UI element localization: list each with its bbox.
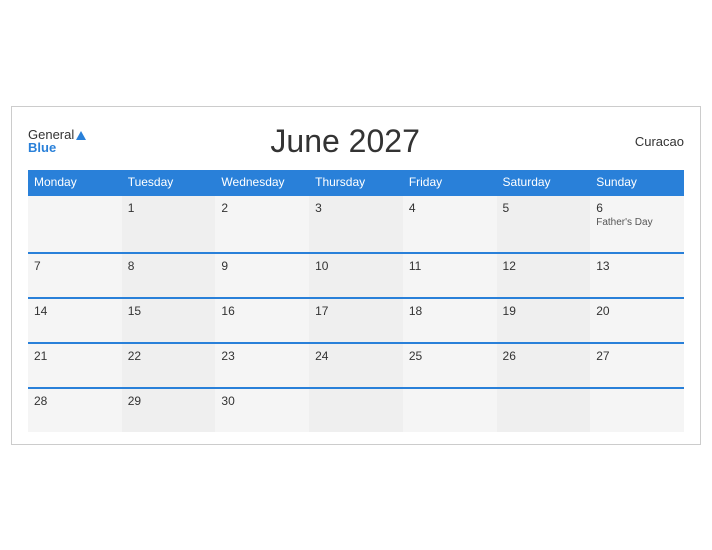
day-number: 21 xyxy=(34,349,116,363)
day-number: 17 xyxy=(315,304,397,318)
week-row-4: 21 22 23 24 25 26 27 xyxy=(28,343,684,388)
calendar-table: MondayTuesdayWednesdayThursdayFridaySatu… xyxy=(28,170,684,432)
calendar-header: General Blue June 2027 Curacao xyxy=(28,123,684,160)
calendar-cell xyxy=(590,388,684,432)
calendar-cell xyxy=(403,388,497,432)
col-header-tuesday: Tuesday xyxy=(122,170,216,195)
calendar-cell: 1 xyxy=(122,195,216,253)
day-number: 9 xyxy=(221,259,303,273)
calendar-cell: 29 xyxy=(122,388,216,432)
day-number: 8 xyxy=(128,259,210,273)
day-number: 30 xyxy=(221,394,303,408)
week-row-1: 123456 Father's Day xyxy=(28,195,684,253)
day-number: 24 xyxy=(315,349,397,363)
calendar-cell: 17 xyxy=(309,298,403,343)
calendar-cell: 20 xyxy=(590,298,684,343)
week-row-3: 14 15 16 17 18 19 20 xyxy=(28,298,684,343)
calendar-cell: 2 xyxy=(215,195,309,253)
calendar-cell: 7 xyxy=(28,253,122,298)
calendar-header-row: MondayTuesdayWednesdayThursdayFridaySatu… xyxy=(28,170,684,195)
calendar-region: Curacao xyxy=(604,134,684,149)
calendar-cell: 16 xyxy=(215,298,309,343)
day-number: 19 xyxy=(503,304,585,318)
calendar-cell: 12 xyxy=(497,253,591,298)
calendar-cell: 30 xyxy=(215,388,309,432)
day-number: 5 xyxy=(503,201,585,215)
day-number: 3 xyxy=(315,201,397,215)
calendar-cell: 25 xyxy=(403,343,497,388)
calendar-title: June 2027 xyxy=(86,123,604,160)
day-number: 23 xyxy=(221,349,303,363)
calendar-cell: 3 xyxy=(309,195,403,253)
calendar-cell: 5 xyxy=(497,195,591,253)
calendar-cell: 14 xyxy=(28,298,122,343)
day-number: 4 xyxy=(409,201,491,215)
calendar-cell: 8 xyxy=(122,253,216,298)
day-number: 12 xyxy=(503,259,585,273)
day-number: 14 xyxy=(34,304,116,318)
calendar-cell: 24 xyxy=(309,343,403,388)
col-header-wednesday: Wednesday xyxy=(215,170,309,195)
logo: General Blue xyxy=(28,128,86,154)
day-number: 16 xyxy=(221,304,303,318)
week-row-5: 28 29 30 xyxy=(28,388,684,432)
calendar-cell: 26 xyxy=(497,343,591,388)
day-number: 7 xyxy=(34,259,116,273)
calendar-cell: 11 xyxy=(403,253,497,298)
day-number: 28 xyxy=(34,394,116,408)
calendar-cell: 28 xyxy=(28,388,122,432)
day-number: 2 xyxy=(221,201,303,215)
calendar-cell xyxy=(309,388,403,432)
calendar-cell xyxy=(28,195,122,253)
day-number: 15 xyxy=(128,304,210,318)
day-number: 27 xyxy=(596,349,678,363)
holiday-label: Father's Day xyxy=(596,217,678,228)
calendar-cell: 23 xyxy=(215,343,309,388)
logo-triangle-icon xyxy=(76,131,86,140)
day-number: 26 xyxy=(503,349,585,363)
calendar-cell: 4 xyxy=(403,195,497,253)
col-header-friday: Friday xyxy=(403,170,497,195)
logo-blue-text: Blue xyxy=(28,141,56,154)
day-number: 11 xyxy=(409,259,491,273)
day-number: 6 xyxy=(596,201,678,215)
calendar-cell: 27 xyxy=(590,343,684,388)
col-header-monday: Monday xyxy=(28,170,122,195)
calendar-cell: 19 xyxy=(497,298,591,343)
day-number: 29 xyxy=(128,394,210,408)
calendar-cell: 9 xyxy=(215,253,309,298)
calendar-cell: 22 xyxy=(122,343,216,388)
day-number: 20 xyxy=(596,304,678,318)
calendar-cell: 21 xyxy=(28,343,122,388)
calendar-cell: 6 Father's Day xyxy=(590,195,684,253)
calendar-cell xyxy=(497,388,591,432)
col-header-saturday: Saturday xyxy=(497,170,591,195)
col-header-sunday: Sunday xyxy=(590,170,684,195)
calendar-cell: 18 xyxy=(403,298,497,343)
day-number: 25 xyxy=(409,349,491,363)
calendar-cell: 10 xyxy=(309,253,403,298)
calendar-cell: 13 xyxy=(590,253,684,298)
calendar-container: General Blue June 2027 Curacao MondayTue… xyxy=(11,106,701,445)
day-number: 18 xyxy=(409,304,491,318)
calendar-cell: 15 xyxy=(122,298,216,343)
day-number: 10 xyxy=(315,259,397,273)
col-header-thursday: Thursday xyxy=(309,170,403,195)
day-number: 13 xyxy=(596,259,678,273)
week-row-2: 789 10 11 12 13 xyxy=(28,253,684,298)
day-number: 1 xyxy=(128,201,210,215)
day-number: 22 xyxy=(128,349,210,363)
